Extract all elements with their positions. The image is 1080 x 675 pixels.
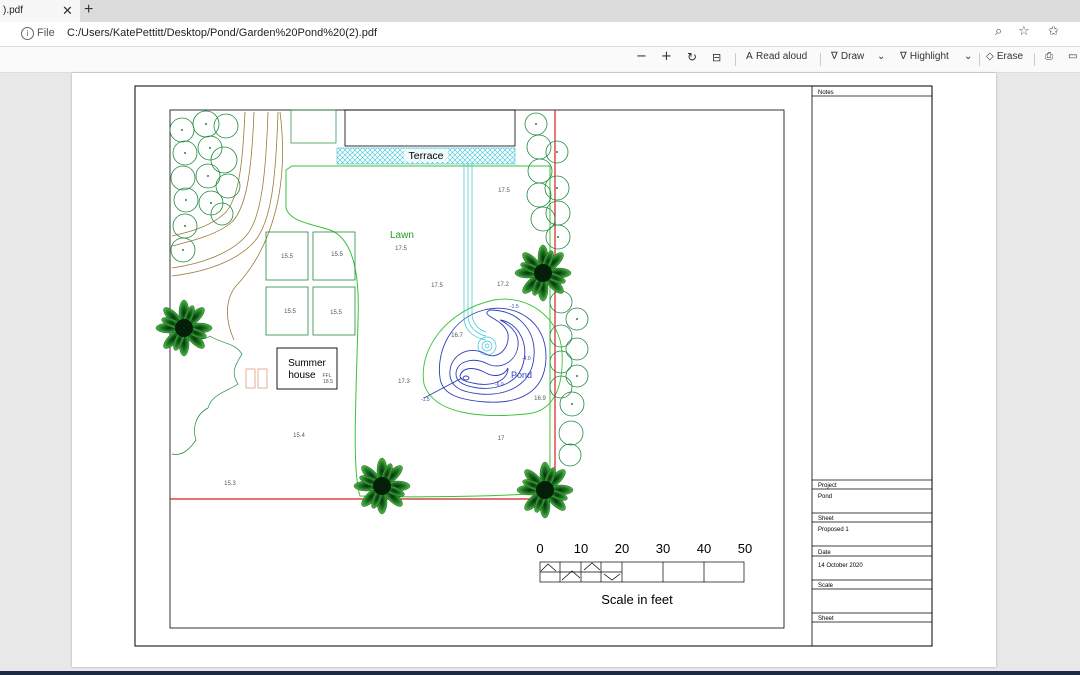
sheet-label-2: Sheet bbox=[818, 616, 834, 622]
scale-tick-label: 30 bbox=[656, 541, 670, 556]
pond-depth: -4.0 bbox=[522, 356, 531, 362]
tree bbox=[353, 457, 411, 515]
spot-level: 17.5 bbox=[395, 246, 407, 252]
tree bbox=[514, 244, 572, 302]
scale-tick-label: 10 bbox=[574, 541, 588, 556]
new-tab-icon[interactable]: + bbox=[84, 1, 93, 19]
spot-level: 15.4 bbox=[293, 433, 305, 439]
left-hedge bbox=[169, 110, 241, 263]
favorite-star-icon[interactable]: ☆ bbox=[1018, 24, 1030, 39]
bed-level: 15.5 bbox=[330, 310, 342, 316]
draw-button[interactable]: ∇ Draw bbox=[831, 51, 864, 62]
read-aloud-button[interactable]: A Read aloud bbox=[746, 51, 807, 62]
fit-page-icon[interactable]: ⊟ bbox=[712, 51, 721, 64]
date-label: Date bbox=[818, 550, 831, 556]
water-rill bbox=[463, 164, 497, 356]
spot-level: 15.3 bbox=[224, 481, 236, 487]
spot-level: 17 bbox=[498, 436, 505, 442]
terrace-label: Terrace bbox=[408, 150, 443, 162]
spot-level: 17.2 bbox=[497, 282, 509, 288]
pdf-toolbar: − + ↻ ⊟ A Read aloud ∇ Draw ⌄ ∇ Highligh… bbox=[0, 47, 1080, 73]
sheet-value: Proposed 1 bbox=[818, 527, 849, 533]
lawn-outline bbox=[285, 165, 551, 498]
toolbar-divider bbox=[1034, 53, 1035, 66]
url-input[interactable]: C:/Users/KatePettitt/Desktop/Pond/Garden… bbox=[67, 27, 377, 39]
spot-level: 17.3 bbox=[398, 379, 410, 385]
zoom-in-icon[interactable]: + bbox=[661, 49, 672, 64]
eraser-icon: ◇ bbox=[986, 51, 994, 62]
draw-icon: ∇ bbox=[831, 51, 838, 62]
garden-plan-drawing: Terrace 15.5 15.5 15.5 15.5 -1.5 -4.0 -6… bbox=[134, 85, 933, 647]
rotate-icon[interactable]: ↻ bbox=[687, 50, 697, 64]
spot-level: 17.5 bbox=[431, 283, 443, 289]
close-tab-icon[interactable]: ✕ bbox=[62, 3, 73, 19]
read-aloud-label: Read aloud bbox=[756, 51, 808, 62]
pond-depth: -1.5 bbox=[421, 397, 430, 403]
read-aloud-icon: A bbox=[746, 51, 753, 62]
sheet-border bbox=[134, 85, 933, 647]
title-block bbox=[811, 86, 932, 646]
outbuilding-outline bbox=[290, 109, 337, 144]
scale-caption: Scale in feet bbox=[601, 592, 673, 607]
spot-level: 16.9 bbox=[534, 396, 546, 402]
bed-level: 15.5 bbox=[284, 309, 296, 315]
scale-tick-label: 40 bbox=[697, 541, 711, 556]
scale-bar bbox=[539, 561, 745, 583]
spot-level: 17.5 bbox=[498, 188, 510, 194]
tab-strip: ).pdf ✕ + bbox=[0, 0, 1080, 22]
bench-outline bbox=[245, 368, 256, 389]
toolbar-divider bbox=[979, 53, 980, 66]
taskbar bbox=[0, 671, 1080, 675]
notes-label: Notes bbox=[818, 90, 834, 96]
erase-button[interactable]: ◇ Erase bbox=[986, 51, 1023, 62]
tree bbox=[155, 299, 213, 357]
highlight-icon: ∇ bbox=[900, 51, 907, 62]
zoom-out-icon[interactable]: − bbox=[636, 49, 647, 64]
file-label: File bbox=[37, 27, 55, 39]
print-icon[interactable]: ⎙ bbox=[1045, 51, 1053, 62]
bed-level: 15.5 bbox=[281, 254, 293, 260]
draw-options-chevron-icon[interactable]: ⌄ bbox=[877, 51, 885, 62]
summer-house-label-line2: house bbox=[288, 370, 316, 381]
lawn-label: Lawn bbox=[390, 230, 414, 241]
save-icon[interactable]: ▭ bbox=[1068, 51, 1077, 62]
left-hedge-dots bbox=[181, 123, 212, 251]
scale-label: Scale bbox=[818, 583, 834, 589]
zoom-icon[interactable]: ⌕ bbox=[995, 24, 1002, 39]
highlight-button[interactable]: ∇ Highlight bbox=[900, 51, 949, 62]
address-bar: i File C:/Users/KatePettitt/Desktop/Pond… bbox=[0, 22, 1080, 47]
tab-title: ).pdf bbox=[3, 5, 24, 16]
vegetable-beds bbox=[265, 231, 356, 336]
project-label: Project bbox=[818, 483, 837, 489]
toolbar-divider bbox=[735, 53, 736, 66]
summer-house-label-line1: Summer bbox=[288, 358, 326, 369]
toolbar-divider bbox=[820, 53, 821, 66]
date-value: 14 October 2020 bbox=[818, 563, 863, 569]
scale-tick-label: 20 bbox=[615, 541, 629, 556]
highlight-label: Highlight bbox=[909, 51, 949, 62]
highlight-options-chevron-icon[interactable]: ⌄ bbox=[964, 51, 972, 62]
ffl-level: 18.5 bbox=[323, 379, 333, 385]
favorites-list-icon[interactable]: ✩ bbox=[1048, 24, 1059, 39]
bed-level: 15.5 bbox=[331, 252, 343, 258]
erase-label: Erase bbox=[996, 51, 1024, 62]
project-value: Pond bbox=[818, 494, 832, 500]
pond-depth: -1.5 bbox=[510, 304, 519, 310]
house-outline bbox=[344, 109, 516, 147]
spot-level: 16.7 bbox=[451, 333, 463, 339]
info-icon[interactable]: i bbox=[21, 27, 34, 40]
sheet-label: Sheet bbox=[818, 516, 834, 522]
browser-tab[interactable]: ).pdf ✕ bbox=[0, 0, 80, 22]
pdf-page: Terrace 15.5 15.5 15.5 15.5 -1.5 -4.0 -6… bbox=[72, 73, 996, 667]
tree bbox=[516, 461, 574, 519]
pond-label: Pond bbox=[511, 370, 532, 380]
scale-tick-label: 0 bbox=[536, 541, 543, 556]
scale-tick-label: 50 bbox=[738, 541, 752, 556]
draw-label: Draw bbox=[840, 51, 865, 62]
bench-outline bbox=[257, 368, 268, 389]
pond-depth: -6.0 bbox=[495, 382, 504, 388]
